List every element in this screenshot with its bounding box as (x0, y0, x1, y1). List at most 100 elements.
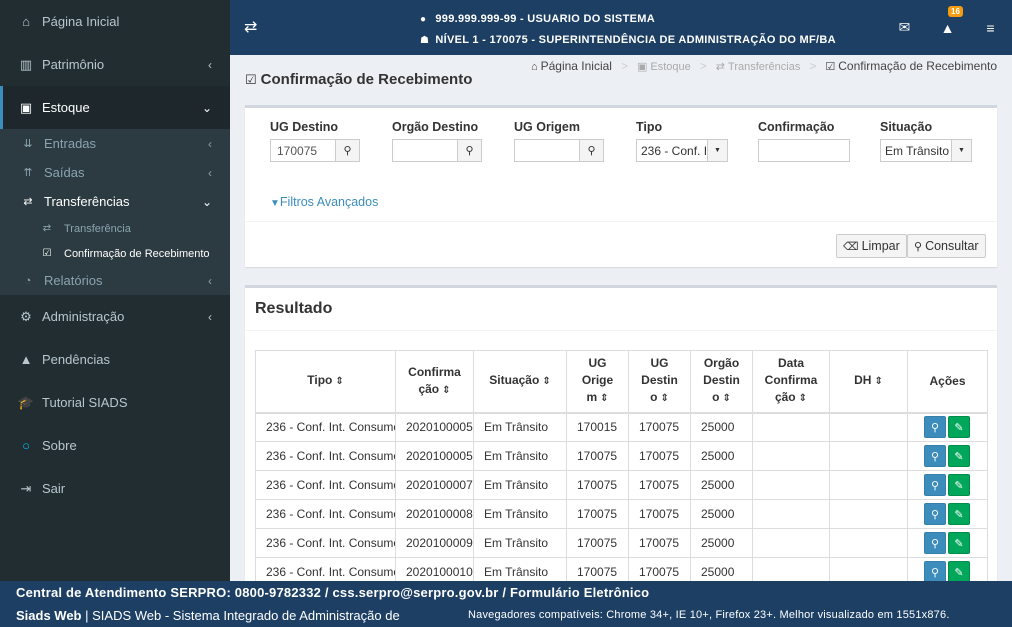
sidebar: ⌂ Página Inicial ▥ Patrimônio ‹ ▣ Estoqu… (0, 0, 230, 581)
envelope-icon[interactable]: ✉ (883, 19, 926, 36)
notifications-button[interactable]: ▲ 16 (926, 5, 969, 36)
column-header[interactable]: UG Orige m ⇕ (566, 350, 629, 414)
table-cell (829, 528, 908, 558)
edit-button[interactable]: ✎ (948, 416, 970, 439)
column-header[interactable]: Orgão Destin o ⇕ (690, 350, 753, 414)
column-header-label: m (586, 390, 598, 405)
tipo-select[interactable]: 236 - Conf. Int. Consumo ▼ (636, 139, 728, 162)
breadcrumb-label: Confirmação de Recebimento (838, 59, 997, 73)
sidebar-item-estoque[interactable]: ▣ Estoque ⌄ (0, 86, 230, 129)
view-button[interactable]: ⚲ (924, 532, 946, 554)
edit-button[interactable]: ✎ (948, 532, 970, 554)
edit-button[interactable]: ✎ (948, 445, 970, 467)
table-cell: 170075 (628, 412, 691, 442)
sidebar-item-sair[interactable]: ⇥ Sair (0, 467, 230, 510)
sidebar-item-label: Pendências (42, 352, 110, 367)
column-header[interactable]: Tipo ⇕ (255, 350, 396, 414)
menu-icon[interactable]: ≡ (969, 20, 1012, 36)
ug-destino-input[interactable] (270, 139, 336, 162)
row-actions: ⚲ ✎ (907, 470, 988, 500)
table-cell (752, 528, 830, 558)
view-button[interactable]: ⚲ (924, 416, 946, 439)
breadcrumb-separator: > (699, 59, 707, 73)
check-square-icon: ☑ (825, 61, 836, 73)
sidebar-item-sobre[interactable]: ○ Sobre (0, 424, 230, 467)
exchange-icon: ⇄ (42, 223, 52, 234)
filter-situacao: Situação Em Trânsito ▼ (880, 120, 972, 162)
edit-button[interactable]: ✎ (948, 503, 970, 525)
table-cell: 170015 (566, 412, 629, 442)
column-header-label: Orgão (703, 356, 740, 371)
column-header-label: Data (777, 356, 804, 371)
search-icon: ⚲ (930, 508, 940, 521)
top-header: ⇄ ● 999.999.999-99 - USUARIO DO SISTEMA … (230, 0, 1012, 55)
view-button[interactable]: ⚲ (924, 474, 946, 496)
sidebar-item-relatorios[interactable]: ◔ Relatórios ‹ (0, 266, 230, 295)
warning-icon: ▲ (940, 19, 955, 36)
column-header-label: ção (418, 381, 440, 396)
sidebar-item-transferencias[interactable]: ⇄ Transferências ⌄ (0, 187, 230, 216)
table-cell (752, 441, 830, 471)
results-title: Resultado (255, 300, 333, 317)
column-header[interactable]: Confirma ção ⇕ (395, 350, 474, 414)
breadcrumb-estoque[interactable]: ▣ Estoque (637, 60, 691, 73)
column-header-label: Situação (489, 373, 540, 388)
edit-button[interactable]: ✎ (948, 561, 970, 581)
org-line: NÍVEL 1 - 170075 - SUPERINTENDÊNCIA DE A… (435, 34, 836, 46)
chevron-left-icon: ‹ (208, 165, 212, 180)
sidebar-item-tutorial[interactable]: 🎓 Tutorial SIADS (0, 381, 230, 424)
sidebar-item-label: Sair (42, 481, 66, 496)
column-header-label: Destin (703, 373, 740, 388)
sidebar-item-pagina-inicial[interactable]: ⌂ Página Inicial (0, 0, 230, 43)
table-cell: 170075 (566, 499, 629, 529)
sidebar-item-label: Transferência (64, 222, 131, 235)
table-cell: 170075 (628, 528, 691, 558)
sidebar-item-confirmacao-recebimento[interactable]: ☑ Confirmação de Recebimento (0, 241, 230, 266)
breadcrumb-home[interactable]: ⌂ Página Inicial (531, 59, 612, 73)
sidebar-item-label: Confirmação de Recebimento (64, 247, 210, 260)
view-button[interactable]: ⚲ (924, 445, 946, 467)
view-button[interactable]: ⚲ (924, 503, 946, 525)
column-header-label: Tipo (307, 373, 333, 388)
consult-button[interactable]: ⚲ Consultar (907, 234, 986, 258)
eraser-icon: ⌫ (843, 240, 859, 253)
column-header[interactable]: Situação ⇕ (473, 350, 567, 414)
breadcrumb-label: Transferências (728, 60, 801, 73)
sidebar-item-patrimonio[interactable]: ▥ Patrimônio ‹ (0, 43, 230, 86)
sidebar-item-label: Transferências (44, 194, 130, 209)
confirmacao-input[interactable] (758, 139, 850, 162)
sidebar-item-transferencia[interactable]: ⇄ Transferência (0, 216, 230, 241)
table-cell: 25000 (690, 557, 753, 581)
sidebar-item-administracao[interactable]: ⚙ Administração ‹ (0, 295, 230, 338)
view-button[interactable]: ⚲ (924, 561, 946, 581)
orgao-destino-input[interactable] (392, 139, 458, 162)
breadcrumb-transferencias[interactable]: ⇄ Transferências (716, 60, 801, 73)
breadcrumb: ⌂ Página Inicial > ▣ Estoque > ⇄ Transferên… (531, 59, 997, 73)
row-actions: ⚲ ✎ (907, 528, 988, 558)
advanced-filters-link[interactable]: ▼Filtros Avançados (270, 195, 378, 209)
sidebar-item-pendencias[interactable]: ▲ Pendências (0, 338, 230, 381)
table-cell: 170075 (566, 441, 629, 471)
clear-button[interactable]: ⌫ Limpar (836, 234, 907, 258)
breadcrumb-separator: > (620, 59, 628, 73)
table-cell: 2020100008 (395, 499, 474, 529)
sidebar-item-label: Tutorial SIADS (42, 395, 128, 410)
brand-name: Siads Web (16, 608, 82, 623)
column-header[interactable]: DH ⇕ (829, 350, 908, 414)
situacao-select[interactable]: Em Trânsito ▼ (880, 139, 972, 162)
search-icon: ⚲ (930, 450, 940, 463)
filter-confirmacao: Confirmação (758, 120, 850, 162)
ug-origem-input[interactable] (514, 139, 580, 162)
row-actions: ⚲ ✎ (907, 499, 988, 529)
table-cell: 236 - Conf. Int. Consumo (255, 528, 396, 558)
ug-origem-search-button[interactable]: ⚲ (580, 139, 604, 162)
ug-destino-search-button[interactable]: ⚲ (336, 139, 360, 162)
column-header[interactable]: UG Destin o ⇕ (628, 350, 691, 414)
sidebar-item-label: Entradas (44, 136, 97, 151)
sidebar-item-saidas[interactable]: ⇈ Saídas ‹ (0, 158, 230, 187)
column-header[interactable]: Data Confirma ção ⇕ (752, 350, 830, 414)
sidebar-toggle-icon[interactable]: ⇄ (244, 17, 257, 37)
sidebar-item-entradas[interactable]: ⇊ Entradas ‹ (0, 129, 230, 158)
edit-button[interactable]: ✎ (948, 474, 970, 496)
orgao-destino-search-button[interactable]: ⚲ (458, 139, 482, 162)
